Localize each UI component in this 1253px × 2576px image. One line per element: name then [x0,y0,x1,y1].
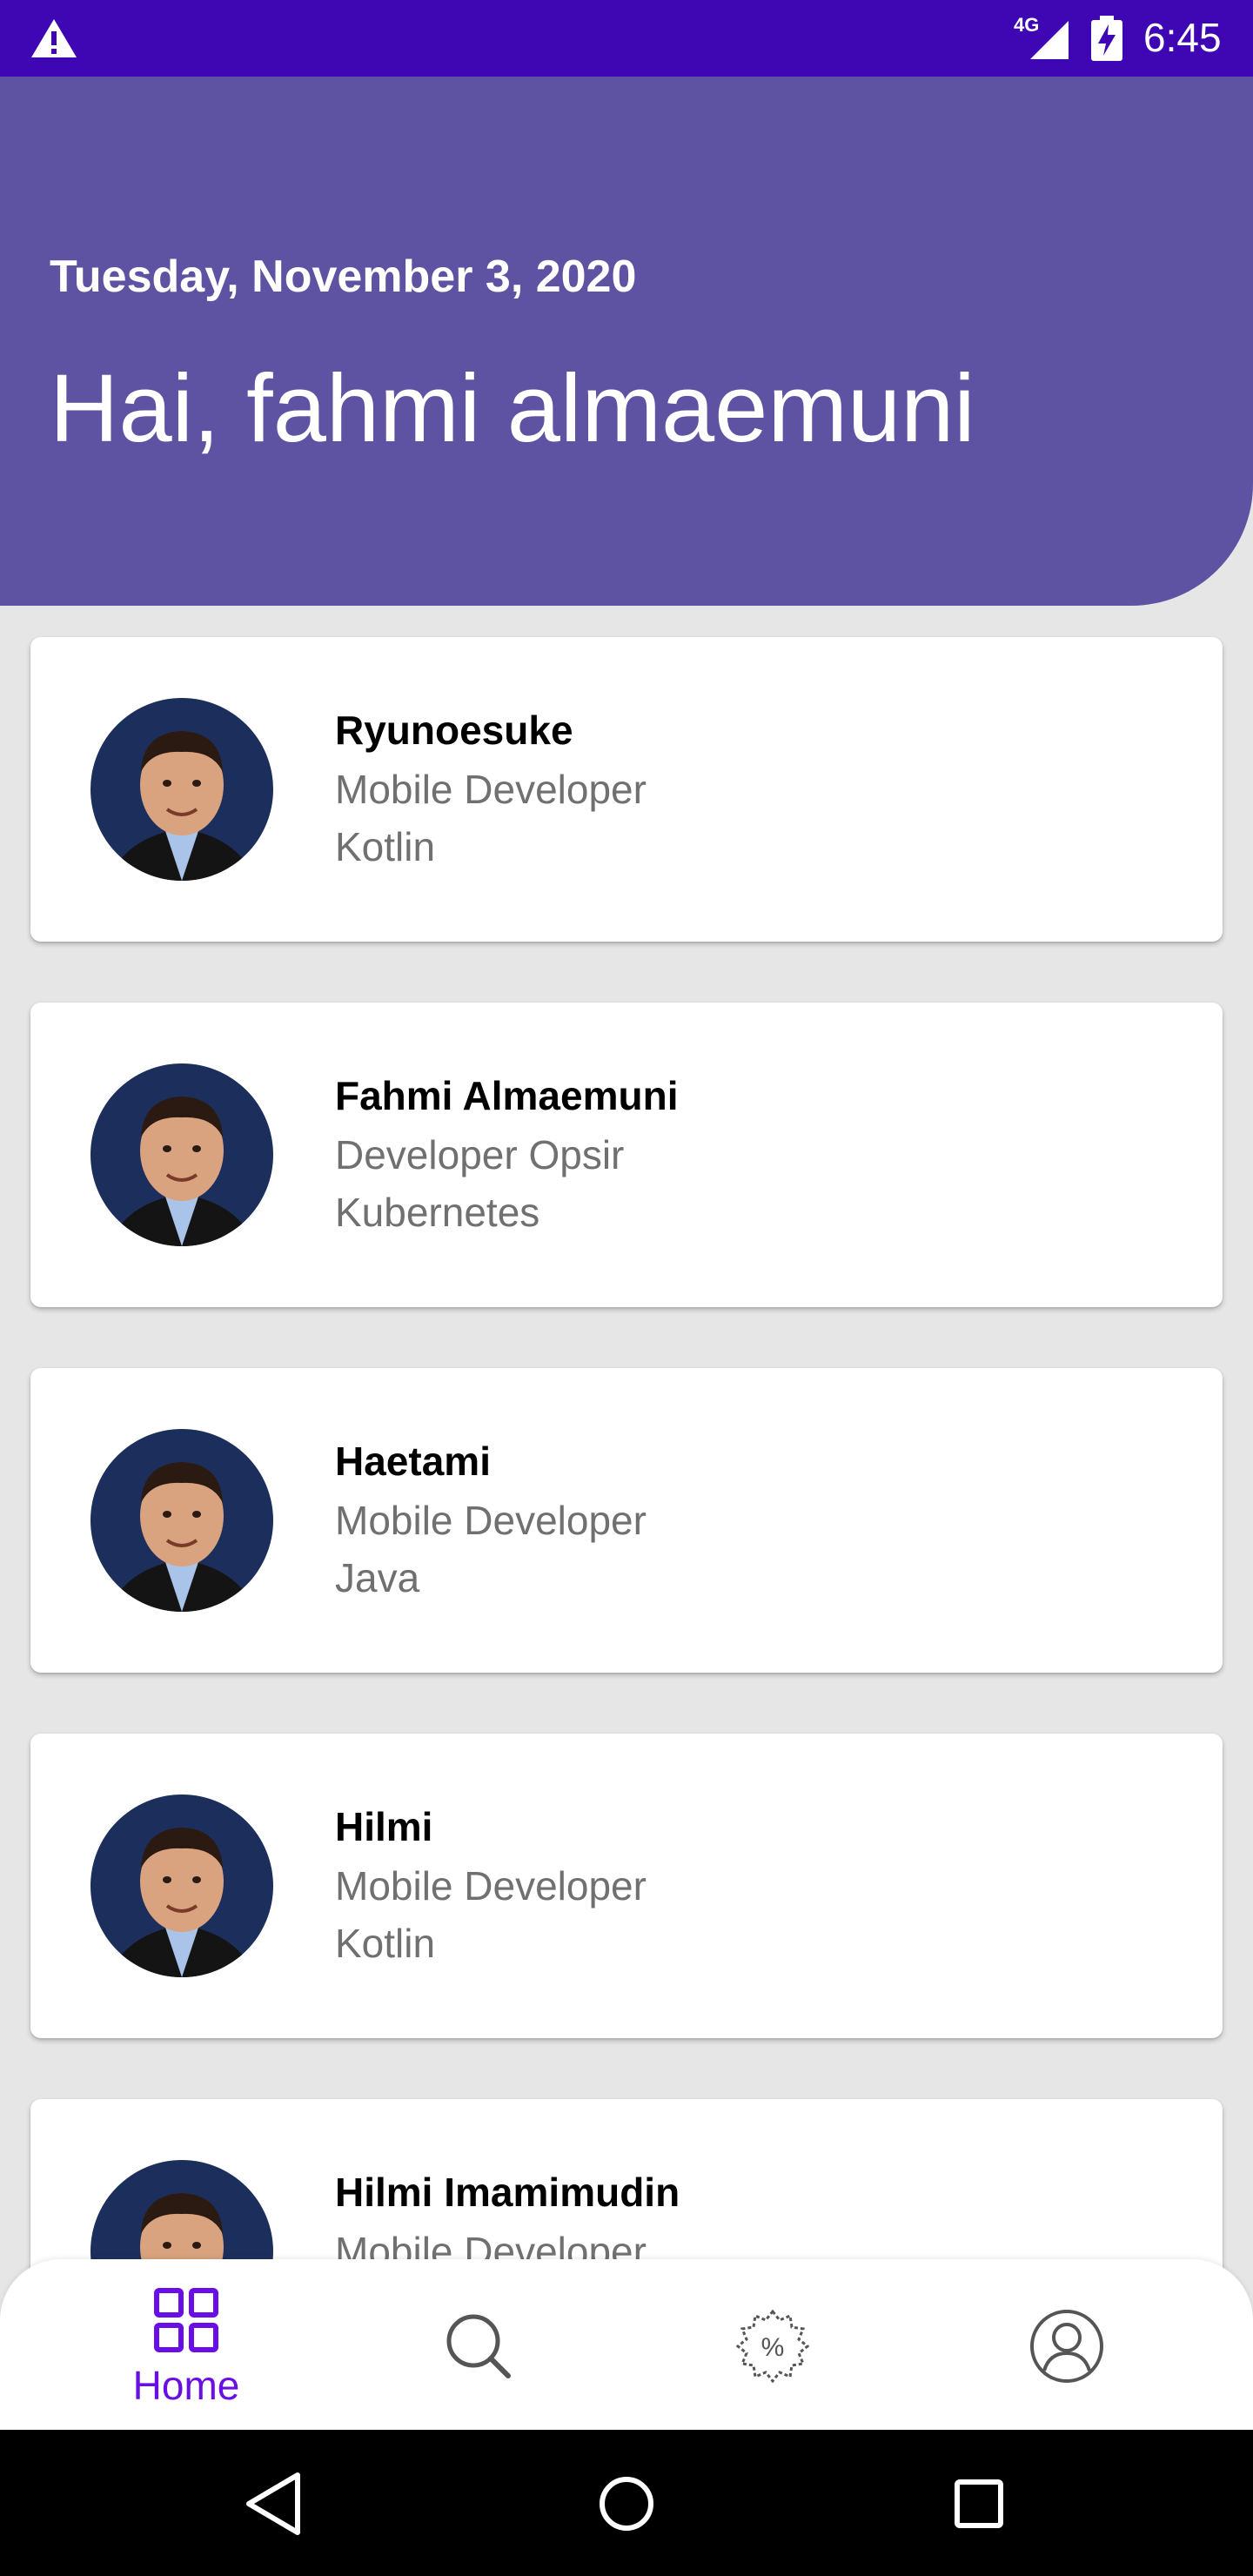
person-name: Hilmi Imamimudin [335,2170,680,2215]
warning-icon [31,19,77,57]
battery-charging-icon [1091,16,1122,61]
nav-profile[interactable] [961,2259,1169,2430]
avatar [90,1063,273,1246]
status-bar: 4G 6:45 [0,0,1253,77]
grid-icon [154,2288,218,2352]
avatar [90,698,273,881]
person-tech: Kubernetes [335,1190,540,1235]
person-role: Developer Opsir [335,1132,625,1177]
person-name: Fahmi Almaemuni [335,1073,679,1118]
home-circle-icon[interactable] [587,2465,666,2543]
nav-home[interactable]: Home [82,2259,291,2430]
profile-icon [1030,2310,1103,2383]
signal-icon [1030,21,1069,59]
nav-home-label: Home [132,2363,240,2408]
recents-icon[interactable] [940,2465,1018,2543]
person-name: Haetami [335,1439,491,1484]
person-role: Mobile Developer [335,1863,647,1909]
nav-search[interactable] [374,2259,583,2430]
person-tech: Java [335,1555,420,1600]
current-date: Tuesday, November 3, 2020 [50,252,637,302]
person-tech: Kotlin [335,824,436,869]
greeting-title: Hai, fahmi almaemuni [50,355,975,462]
avatar [90,1794,273,1977]
person-tech: Kotlin [335,1921,436,1966]
clock: 6:45 [1143,15,1222,60]
person-card[interactable]: Fahmi Almaemuni Developer Opsir Kubernet… [30,1003,1223,1307]
discount-badge-icon: % [736,2310,809,2383]
person-role: Mobile Developer [335,767,647,812]
person-name: Ryunoesuke [335,708,573,753]
person-card[interactable]: Ryunoesuke Mobile Developer Kotlin [30,637,1223,942]
system-navigation-bar [0,2430,1253,2576]
person-card[interactable]: Haetami Mobile Developer Java [30,1368,1223,1673]
nav-promo[interactable]: % [668,2259,877,2430]
greeting-header: Tuesday, November 3, 2020 Hai, fahmi alm… [0,77,1253,606]
app-screen: 4G 6:45 Ryunoesuke Mobile Developer Kotl… [0,0,1253,2576]
avatar [90,1429,273,1612]
back-icon[interactable] [235,2465,313,2543]
person-role: Mobile Developer [335,1498,647,1543]
person-name: Hilmi [335,1804,433,1849]
person-card[interactable]: Hilmi Mobile Developer Kotlin [30,1734,1223,2038]
svg-text:%: % [761,2333,785,2362]
bottom-navigation: Home % [0,2259,1253,2430]
search-icon [446,2314,511,2378]
